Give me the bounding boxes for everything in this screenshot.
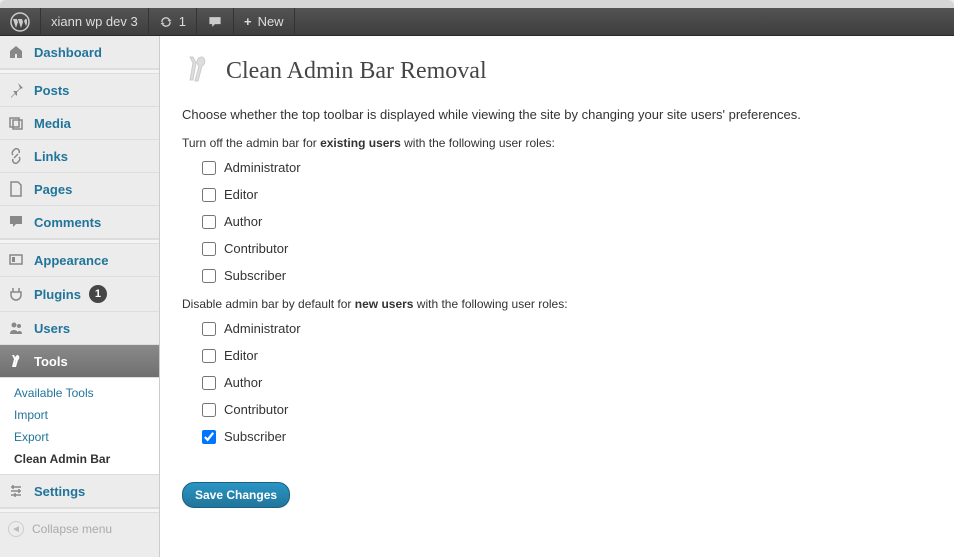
admin-sidebar: Dashboard Posts Media Links Pages Commen…: [0, 36, 160, 557]
refresh-icon: [159, 15, 173, 29]
comments-menu[interactable]: [197, 8, 234, 36]
new-editor-row[interactable]: Editor: [202, 348, 932, 363]
menu-label: Users: [34, 321, 70, 336]
existing-contributor-checkbox[interactable]: [202, 242, 216, 256]
comment-icon: [6, 214, 26, 230]
menu-appearance[interactable]: Appearance: [0, 244, 159, 277]
role-label: Contributor: [224, 402, 288, 417]
existing-subscriber-checkbox[interactable]: [202, 269, 216, 283]
comment-icon: [207, 15, 223, 29]
users-icon: [6, 320, 26, 336]
menu-label: Pages: [34, 182, 72, 197]
new-author-row[interactable]: Author: [202, 375, 932, 390]
plugins-badge: 1: [89, 285, 107, 303]
main-content: Clean Admin Bar Removal Choose whether t…: [160, 36, 954, 557]
dashboard-icon: [6, 44, 26, 60]
link-icon: [6, 148, 26, 164]
page-title: Clean Admin Bar Removal: [226, 58, 487, 85]
menu-comments[interactable]: Comments: [0, 206, 159, 239]
menu-plugins[interactable]: Plugins 1: [0, 277, 159, 312]
submenu-available-tools[interactable]: Available Tools: [0, 382, 159, 404]
new-contributor-row[interactable]: Contributor: [202, 402, 932, 417]
new-administrator-checkbox[interactable]: [202, 322, 216, 336]
settings-icon: [6, 483, 26, 499]
new-contributor-checkbox[interactable]: [202, 403, 216, 417]
submenu-import[interactable]: Import: [0, 404, 159, 426]
menu-label: Posts: [34, 83, 69, 98]
new-subscriber-checkbox[interactable]: [202, 430, 216, 444]
existing-subscriber-row[interactable]: Subscriber: [202, 268, 932, 283]
section-new-label: Disable admin bar by default for new use…: [182, 297, 932, 311]
role-label: Editor: [224, 348, 258, 363]
existing-author-row[interactable]: Author: [202, 214, 932, 229]
menu-label: Tools: [34, 354, 68, 369]
pin-icon: [6, 82, 26, 98]
menu-label: Media: [34, 116, 71, 131]
role-label: Administrator: [224, 160, 301, 175]
menu-label: Plugins: [34, 287, 81, 302]
submenu-export[interactable]: Export: [0, 426, 159, 448]
menu-posts[interactable]: Posts: [0, 74, 159, 107]
menu-tools[interactable]: Tools: [0, 345, 159, 378]
menu-links[interactable]: Links: [0, 140, 159, 173]
appearance-icon: [6, 252, 26, 268]
menu-label: Settings: [34, 484, 85, 499]
menu-label: Comments: [34, 215, 101, 230]
role-label: Contributor: [224, 241, 288, 256]
new-roles-list: Administrator Editor Author Contributor …: [202, 321, 932, 444]
menu-settings[interactable]: Settings: [0, 475, 159, 508]
menu-dashboard[interactable]: Dashboard: [0, 36, 159, 69]
menu-label: Appearance: [34, 253, 108, 268]
existing-administrator-checkbox[interactable]: [202, 161, 216, 175]
updates-count: 1: [179, 14, 186, 29]
menu-label: Dashboard: [34, 45, 102, 60]
page-intro: Choose whether the top toolbar is displa…: [182, 107, 932, 122]
new-label: New: [258, 14, 284, 29]
existing-administrator-row[interactable]: Administrator: [202, 160, 932, 175]
new-administrator-row[interactable]: Administrator: [202, 321, 932, 336]
wp-admin-bar: xiann wp dev 3 1 + New: [0, 8, 954, 36]
new-content-menu[interactable]: + New: [234, 8, 295, 36]
role-label: Subscriber: [224, 268, 286, 283]
submenu-clean-admin-bar[interactable]: Clean Admin Bar: [0, 448, 159, 470]
wp-logo-menu[interactable]: [0, 8, 41, 36]
media-icon: [6, 115, 26, 131]
existing-editor-checkbox[interactable]: [202, 188, 216, 202]
plus-icon: +: [244, 14, 252, 29]
existing-editor-row[interactable]: Editor: [202, 187, 932, 202]
collapse-menu[interactable]: ◄ Collapse menu: [0, 513, 159, 545]
new-author-checkbox[interactable]: [202, 376, 216, 390]
menu-pages[interactable]: Pages: [0, 173, 159, 206]
site-name-label: xiann wp dev 3: [51, 14, 138, 29]
collapse-label: Collapse menu: [32, 522, 112, 536]
tools-large-icon: [182, 54, 214, 89]
role-label: Author: [224, 214, 262, 229]
new-subscriber-row[interactable]: Subscriber: [202, 429, 932, 444]
submenu-tools: Available Tools Import Export Clean Admi…: [0, 378, 159, 475]
role-label: Subscriber: [224, 429, 286, 444]
site-name-menu[interactable]: xiann wp dev 3: [41, 8, 149, 36]
tools-icon: [6, 353, 26, 369]
role-label: Editor: [224, 187, 258, 202]
existing-roles-list: Administrator Editor Author Contributor …: [202, 160, 932, 283]
plugin-icon: [6, 286, 26, 302]
wordpress-icon: [10, 12, 30, 32]
new-editor-checkbox[interactable]: [202, 349, 216, 363]
role-label: Author: [224, 375, 262, 390]
save-changes-button[interactable]: Save Changes: [182, 482, 290, 508]
existing-author-checkbox[interactable]: [202, 215, 216, 229]
collapse-icon: ◄: [8, 521, 24, 537]
section-existing-label: Turn off the admin bar for existing user…: [182, 136, 932, 150]
role-label: Administrator: [224, 321, 301, 336]
updates-menu[interactable]: 1: [149, 8, 197, 36]
page-icon: [6, 181, 26, 197]
menu-label: Links: [34, 149, 68, 164]
menu-media[interactable]: Media: [0, 107, 159, 140]
existing-contributor-row[interactable]: Contributor: [202, 241, 932, 256]
menu-users[interactable]: Users: [0, 312, 159, 345]
